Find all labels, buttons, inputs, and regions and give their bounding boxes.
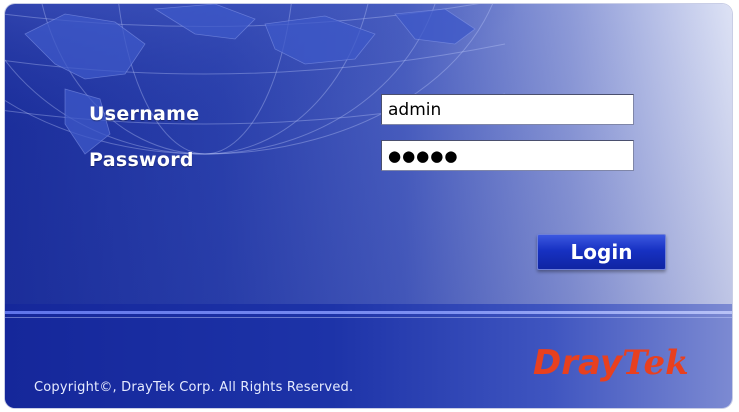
password-label: Password — [89, 149, 194, 171]
username-label: Username — [89, 103, 200, 125]
footer-divider-highlight — [5, 317, 732, 318]
footer-divider — [5, 311, 732, 314]
login-button[interactable]: Login — [537, 234, 666, 270]
logo-text-dray: Dray — [533, 343, 623, 383]
password-input[interactable] — [381, 140, 634, 171]
logo-text-tek: Tek — [622, 343, 689, 383]
draytek-logo: DrayTek — [533, 343, 689, 383]
copyright-text: Copyright©, DrayTek Corp. All Rights Res… — [34, 380, 354, 395]
username-input[interactable] — [381, 94, 634, 125]
login-panel: Username Password Login Copyright©, Dray… — [5, 4, 732, 408]
